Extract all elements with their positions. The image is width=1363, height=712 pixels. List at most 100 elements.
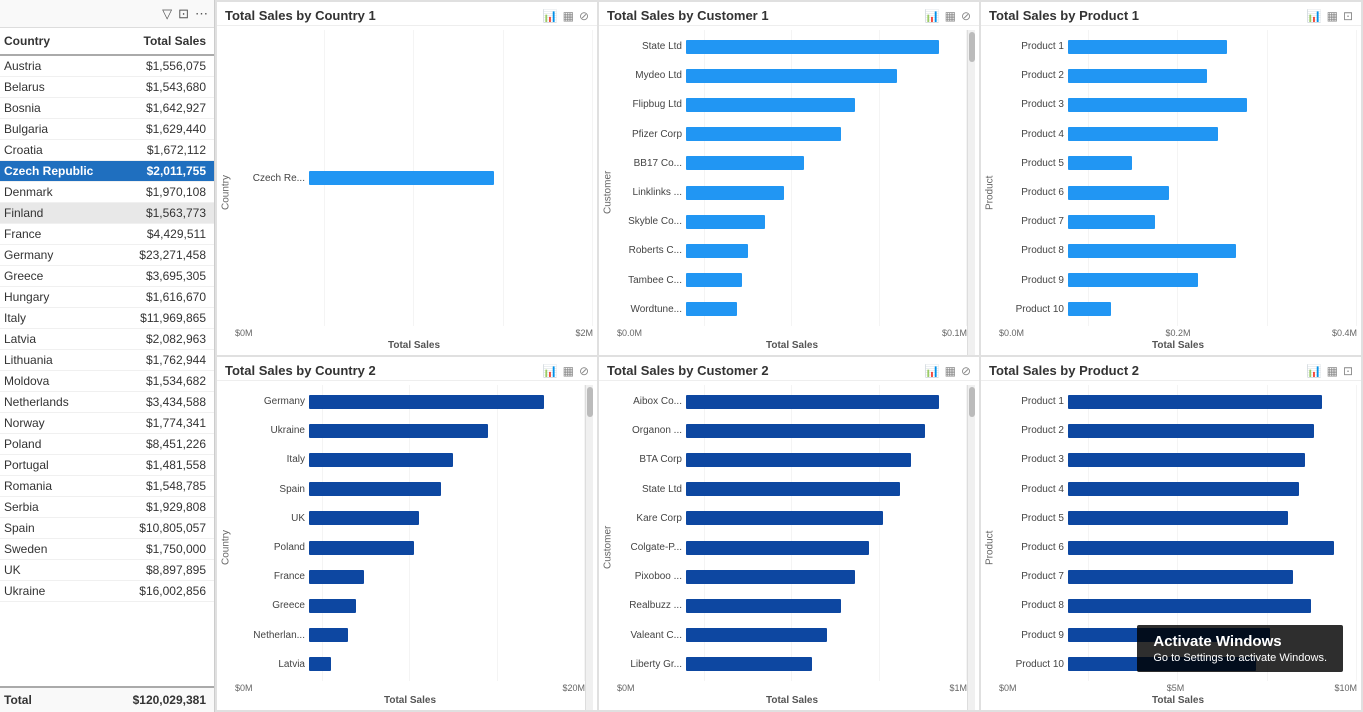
row-sales: $1,970,108 bbox=[146, 185, 210, 199]
table-icon[interactable]: ▦ bbox=[945, 9, 956, 23]
table-row[interactable]: Germany $23,271,458 bbox=[0, 245, 214, 266]
table-row[interactable]: Bulgaria $1,629,440 bbox=[0, 119, 214, 140]
row-country: Germany bbox=[4, 248, 139, 262]
chart-title: Total Sales by Customer 1 bbox=[607, 8, 769, 23]
bar-track bbox=[686, 424, 967, 438]
bar-row: Product 4 bbox=[999, 480, 1357, 498]
table-row[interactable]: Finland $1,563,773 bbox=[0, 203, 214, 224]
bar-chart-icon[interactable]: 📊 bbox=[925, 364, 940, 378]
row-sales: $1,929,808 bbox=[146, 500, 210, 514]
filter-icon[interactable]: ▽ bbox=[162, 6, 172, 22]
x-tick: $0M bbox=[235, 328, 253, 338]
bar-label: Wordtune... bbox=[617, 304, 682, 315]
row-sales: $1,534,682 bbox=[146, 374, 210, 388]
expand-icon[interactable]: ⊡ bbox=[178, 6, 189, 22]
table-row[interactable]: Denmark $1,970,108 bbox=[0, 182, 214, 203]
bar-fill bbox=[686, 424, 925, 438]
row-sales: $2,011,755 bbox=[147, 164, 210, 178]
no-icon[interactable]: ⊘ bbox=[579, 9, 589, 23]
bar-chart-icon[interactable]: 📊 bbox=[1307, 364, 1322, 378]
bar-row: Netherlan... bbox=[235, 626, 585, 644]
bar-fill bbox=[309, 424, 488, 438]
expand-icon[interactable]: ⊡ bbox=[1343, 364, 1353, 378]
table-row[interactable]: Romania $1,548,785 bbox=[0, 476, 214, 497]
table-icon[interactable]: ▦ bbox=[563, 9, 574, 23]
bar-label: Czech Re... bbox=[235, 173, 305, 184]
chart-body: Customer State Ltd Mydeo Ltd Flipbug Ltd… bbox=[599, 26, 979, 355]
expand-icon[interactable]: ⊡ bbox=[1343, 9, 1353, 23]
row-country: Moldova bbox=[4, 374, 146, 388]
bar-fill bbox=[686, 628, 827, 642]
x-tick: $0M bbox=[999, 683, 1017, 693]
bar-fill bbox=[309, 482, 441, 496]
bar-track bbox=[1068, 395, 1357, 409]
bar-row: Poland bbox=[235, 539, 585, 557]
bar-label: Organon ... bbox=[617, 425, 682, 436]
bar-label: Product 7 bbox=[999, 571, 1064, 582]
bar-row: Germany bbox=[235, 393, 585, 411]
scroll-indicator[interactable] bbox=[967, 30, 975, 355]
table-icon[interactable]: ▦ bbox=[1327, 364, 1338, 378]
row-country: Sweden bbox=[4, 542, 146, 556]
bar-label: Germany bbox=[235, 396, 305, 407]
table-icon[interactable]: ▦ bbox=[563, 364, 574, 378]
bar-track bbox=[309, 395, 585, 409]
x-tick: $5M bbox=[1167, 683, 1185, 693]
table-row[interactable]: Greece $3,695,305 bbox=[0, 266, 214, 287]
table-row[interactable]: Italy $11,969,865 bbox=[0, 308, 214, 329]
bar-label: Product 8 bbox=[999, 245, 1064, 256]
bar-fill bbox=[1068, 302, 1111, 316]
table-row[interactable]: UK $8,897,895 bbox=[0, 560, 214, 581]
row-country: Greece bbox=[4, 269, 146, 283]
table-row[interactable]: Norway $1,774,341 bbox=[0, 413, 214, 434]
table-row[interactable]: Lithuania $1,762,944 bbox=[0, 350, 214, 371]
more-icon[interactable]: ⋯ bbox=[195, 6, 208, 22]
table-row[interactable]: Bosnia $1,642,927 bbox=[0, 98, 214, 119]
scroll-indicator[interactable] bbox=[967, 385, 975, 710]
table-row[interactable]: Netherlands $3,434,588 bbox=[0, 392, 214, 413]
bar-chart-icon[interactable]: 📊 bbox=[543, 9, 558, 23]
table-row[interactable]: Czech Republic $2,011,755 bbox=[0, 161, 214, 182]
bar-track bbox=[309, 628, 585, 642]
table-row[interactable]: Ukraine $16,002,856 bbox=[0, 581, 214, 602]
table-body[interactable]: Austria $1,556,075Belarus $1,543,680Bosn… bbox=[0, 56, 214, 686]
table-row[interactable]: Poland $8,451,226 bbox=[0, 434, 214, 455]
table-row[interactable]: Sweden $1,750,000 bbox=[0, 539, 214, 560]
scroll-indicator[interactable] bbox=[585, 385, 593, 710]
bar-row: Flipbug Ltd bbox=[617, 96, 967, 114]
table-row[interactable]: Portugal $1,481,558 bbox=[0, 455, 214, 476]
row-sales: $8,451,226 bbox=[146, 437, 210, 451]
bar-fill bbox=[686, 541, 869, 555]
table-row[interactable]: France $4,429,511 bbox=[0, 224, 214, 245]
row-country: Norway bbox=[4, 416, 146, 430]
x-tick: $0M bbox=[235, 683, 253, 693]
table-row[interactable]: Hungary $1,616,670 bbox=[0, 287, 214, 308]
bar-row: Organon ... bbox=[617, 422, 967, 440]
no-icon[interactable]: ⊘ bbox=[961, 9, 971, 23]
bar-row: Pixoboo ... bbox=[617, 568, 967, 586]
table-row[interactable]: Moldova $1,534,682 bbox=[0, 371, 214, 392]
bar-chart-icon[interactable]: 📊 bbox=[543, 364, 558, 378]
table-row[interactable]: Croatia $1,672,112 bbox=[0, 140, 214, 161]
table-row[interactable]: Latvia $2,082,963 bbox=[0, 329, 214, 350]
x-tick: $1M bbox=[949, 683, 967, 693]
row-country: Finland bbox=[4, 206, 146, 220]
bar-track bbox=[686, 186, 967, 200]
chart-header: Total Sales by Product 2 📊 ▦ ⊡ bbox=[981, 357, 1361, 381]
row-sales: $1,672,112 bbox=[147, 143, 210, 157]
no-icon[interactable]: ⊘ bbox=[961, 364, 971, 378]
bar-chart-icon[interactable]: 📊 bbox=[1307, 9, 1322, 23]
bar-row: Product 8 bbox=[999, 597, 1357, 615]
bar-label: Linklinks ... bbox=[617, 187, 682, 198]
table-row[interactable]: Austria $1,556,075 bbox=[0, 56, 214, 77]
table-row[interactable]: Spain $10,805,057 bbox=[0, 518, 214, 539]
table-row[interactable]: Serbia $1,929,808 bbox=[0, 497, 214, 518]
chart-title: Total Sales by Product 1 bbox=[989, 8, 1139, 23]
table-icon[interactable]: ▦ bbox=[945, 364, 956, 378]
table-icon[interactable]: ▦ bbox=[1327, 9, 1338, 23]
table-row[interactable]: Belarus $1,543,680 bbox=[0, 77, 214, 98]
no-icon[interactable]: ⊘ bbox=[579, 364, 589, 378]
chart-country-1: Total Sales by Country 1 📊 ▦ ⊘ Country C… bbox=[217, 2, 597, 355]
bar-chart-icon[interactable]: 📊 bbox=[925, 9, 940, 23]
bar-fill bbox=[686, 156, 804, 170]
